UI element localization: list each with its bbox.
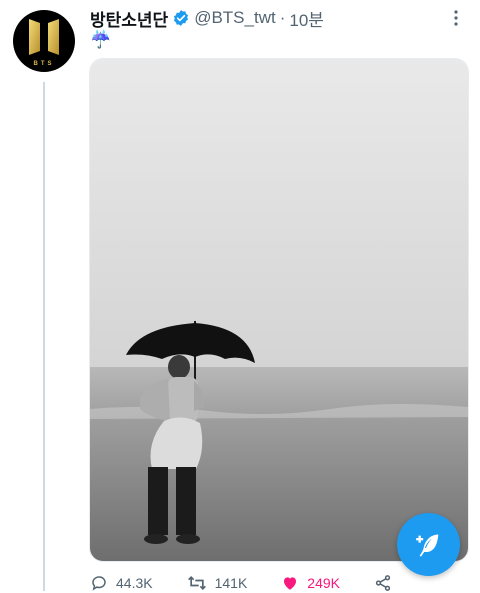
like-button[interactable]: 249K bbox=[281, 574, 340, 592]
tweet-actions: 44.3K 141K 249K bbox=[90, 573, 470, 593]
verified-badge-icon bbox=[174, 10, 189, 26]
avatar[interactable]: BTS bbox=[13, 10, 75, 72]
more-options-icon[interactable] bbox=[446, 8, 466, 28]
tweet-text: ☔ bbox=[90, 30, 112, 49]
handle[interactable]: @BTS_twt bbox=[194, 8, 276, 28]
beach-umbrella-photo bbox=[90, 59, 468, 561]
bts-logo-icon: BTS bbox=[26, 17, 62, 67]
retweet-button[interactable]: 141K bbox=[187, 574, 248, 592]
tweet-photo[interactable] bbox=[89, 58, 469, 562]
reply-count: 44.3K bbox=[116, 575, 153, 591]
tweet-header: 방탄소년단 @BTS_twt · 10분 bbox=[90, 6, 470, 30]
share-button[interactable] bbox=[374, 574, 400, 592]
compose-tweet-button[interactable] bbox=[397, 513, 460, 576]
retweet-icon bbox=[187, 575, 206, 591]
reply-button[interactable]: 44.3K bbox=[90, 574, 153, 592]
like-count: 249K bbox=[307, 575, 340, 591]
reply-icon bbox=[92, 576, 106, 591]
retweet-count: 141K bbox=[214, 575, 248, 591]
heart-icon bbox=[284, 577, 297, 590]
thread-line bbox=[43, 82, 45, 591]
compose-feather-icon bbox=[415, 534, 438, 557]
avatar-text: BTS bbox=[33, 61, 55, 67]
display-name[interactable]: 방탄소년단 bbox=[90, 6, 168, 31]
timestamp[interactable]: 10분 bbox=[289, 6, 324, 31]
separator-dot: · bbox=[279, 8, 286, 27]
share-icon bbox=[375, 575, 391, 591]
